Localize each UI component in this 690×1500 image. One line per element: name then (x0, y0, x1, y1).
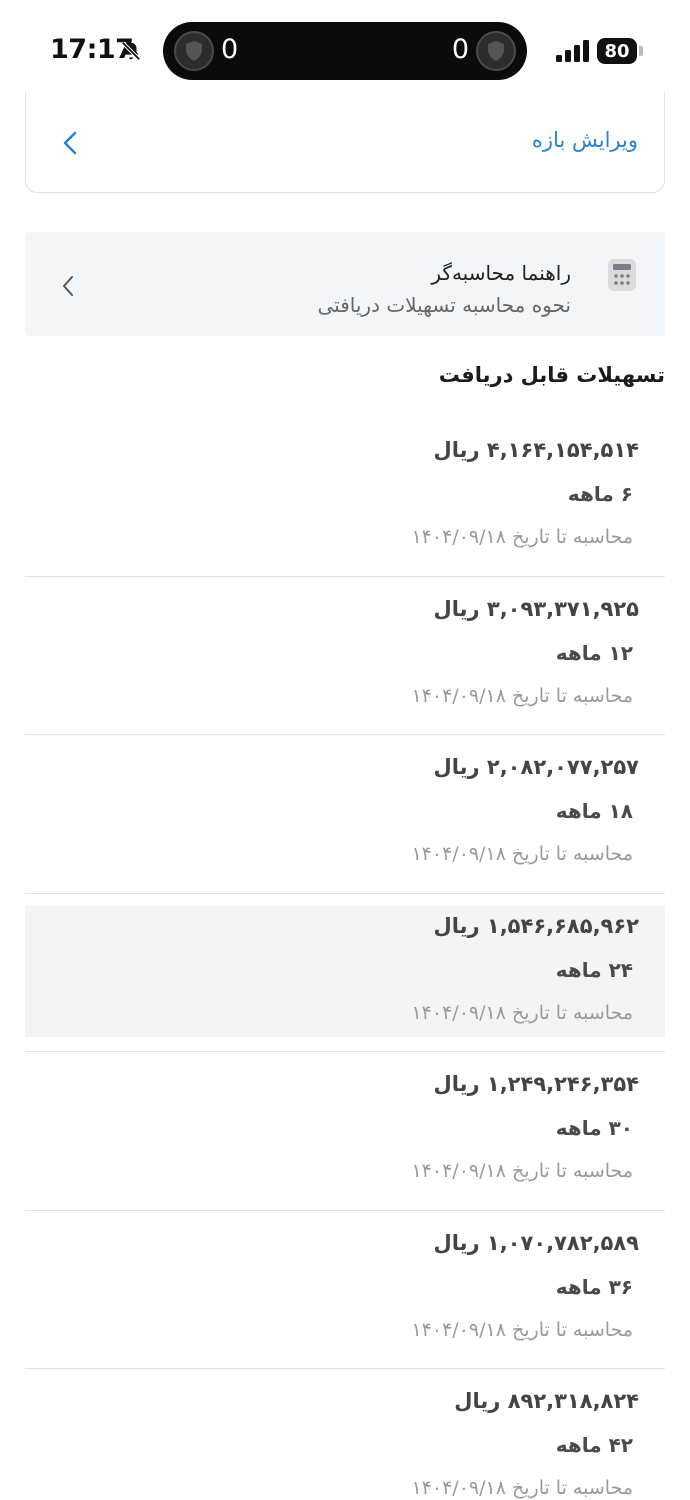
loan-date: محاسبه تا تاریخ ۱۴۰۴/۰۹/۱۸ (411, 1477, 633, 1499)
status-bar: 17:17 0 0 80 (0, 0, 690, 100)
loan-item-selected[interactable]: ۱,۵۴۶,۶۸۵,۹۶۲ ریال ۲۴ ماهه محاسبه تا تار… (25, 894, 665, 1053)
loan-date: محاسبه تا تاریخ ۱۴۰۴/۰۹/۱۸ (411, 1001, 633, 1024)
loan-date: محاسبه تا تاریخ ۱۴۰۴/۰۹/۱۸ (411, 526, 633, 548)
chevron-left-icon (63, 276, 73, 296)
loan-amount: ۸۹۲,۳۱۸,۸۲۴ ریال (454, 1389, 639, 1413)
dynamic-island[interactable]: 0 0 (163, 22, 527, 80)
guide-subtitle: نحوه محاسبه تسهیلات دریافتی (317, 293, 571, 317)
loan-term: ۴۲ ماهه (555, 1433, 633, 1457)
calculator-guide-item[interactable]: راهنما محاسبه‌گر نحوه محاسبه تسهیلات دری… (25, 232, 665, 336)
battery-icon: 80 (597, 38, 637, 64)
signal-icon (556, 40, 589, 62)
loan-amount: ۳,۰۹۳,۳۷۱,۹۲۵ ریال (433, 596, 639, 621)
loan-term: ۳۰ ماهه (555, 1116, 633, 1140)
edit-range-label: ویرایش بازه (531, 128, 638, 152)
calculator-icon (608, 259, 636, 291)
battery-cap (639, 46, 643, 56)
loan-term: ۱۸ ماهه (555, 799, 633, 823)
loan-date: محاسبه تا تاریخ ۱۴۰۴/۰۹/۱۸ (411, 843, 633, 865)
loan-amount: ۱,۵۴۶,۶۸۵,۹۶۲ ریال (433, 913, 639, 938)
shield-icon (174, 31, 214, 71)
loan-amount: ۱,۰۷۰,۷۸۲,۵۸۹ ریال (433, 1230, 639, 1255)
loan-term: ۱۲ ماهه (555, 640, 633, 665)
loan-item[interactable]: ۸۹۲,۳۱۸,۸۲۴ ریال ۴۲ ماهه محاسبه تا تاریخ… (25, 1369, 665, 1500)
loan-item[interactable]: ۲,۰۸۲,۰۷۷,۲۵۷ ریال ۱۸ ماهه محاسبه تا تار… (25, 735, 665, 894)
loan-list: ۴,۱۶۴,۱۵۴,۵۱۴ ریال ۶ ماهه محاسبه تا تاری… (25, 418, 665, 1500)
battery-level: 80 (604, 40, 630, 62)
edit-range-button[interactable]: ویرایش بازه (25, 92, 665, 193)
loan-date: محاسبه تا تاریخ ۱۴۰۴/۰۹/۱۸ (411, 1318, 633, 1341)
chevron-left-icon (63, 131, 77, 155)
loan-term: ۲۴ ماهه (555, 957, 633, 982)
loan-date: محاسبه تا تاریخ ۱۴۰۴/۰۹/۱۸ (411, 1160, 633, 1182)
loan-term: ۳۶ ماهه (555, 1274, 633, 1299)
guide-title: راهنما محاسبه‌گر (431, 261, 571, 285)
loan-amount: ۱,۲۴۹,۲۴۶,۳۵۴ ریال (433, 1072, 639, 1096)
score-right: 0 (451, 34, 469, 65)
section-title: تسهیلات قابل دریافت (438, 363, 665, 387)
loan-date: محاسبه تا تاریخ ۱۴۰۴/۰۹/۱۸ (411, 684, 633, 707)
bell-muted-icon (121, 41, 141, 61)
loan-amount: ۴,۱۶۴,۱۵۴,۵۱۴ ریال (433, 438, 639, 462)
loan-item[interactable]: ۱,۲۴۹,۲۴۶,۳۵۴ ریال ۳۰ ماهه محاسبه تا تار… (25, 1052, 665, 1211)
loan-term: ۶ ماهه (567, 482, 633, 506)
loan-item[interactable]: ۴,۱۶۴,۱۵۴,۵۱۴ ریال ۶ ماهه محاسبه تا تاری… (25, 418, 665, 577)
loan-item[interactable]: ۱,۰۷۰,۷۸۲,۵۸۹ ریال ۳۶ ماهه محاسبه تا تار… (25, 1211, 665, 1370)
score-left: 0 (221, 34, 239, 65)
loan-amount: ۲,۰۸۲,۰۷۷,۲۵۷ ریال (433, 755, 639, 779)
shield-icon (476, 31, 516, 71)
loan-item[interactable]: ۳,۰۹۳,۳۷۱,۹۲۵ ریال ۱۲ ماهه محاسبه تا تار… (25, 577, 665, 736)
